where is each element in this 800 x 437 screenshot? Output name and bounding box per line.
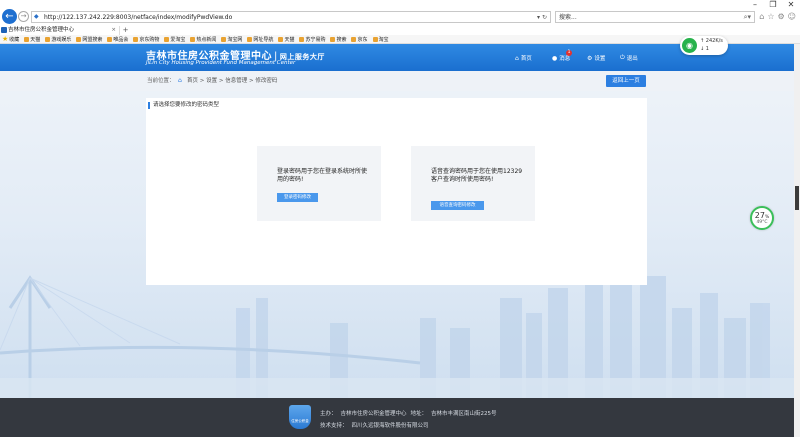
folder-icon: [76, 36, 82, 42]
power-icon: ⏻: [620, 54, 625, 61]
download-speed: ↓ 1: [700, 46, 709, 52]
cpu-usage-gauge[interactable]: 27% 49°C: [750, 206, 774, 230]
folder-icon: [299, 36, 305, 42]
nav-settings[interactable]: ⚙ 设置: [587, 54, 605, 63]
nav-message[interactable]: ● 消息 1: [552, 50, 572, 62]
toolbar-icons: ⌂ ☆ ⚙ ☺: [759, 11, 796, 22]
fav-item[interactable]: 网址导航: [247, 36, 273, 43]
tab-bar: 吉林市住房公积金管理中心 × +: [0, 26, 800, 35]
housing-fund-logo-icon: 住房公积金: [289, 405, 311, 429]
network-speed-widget[interactable]: ◉ ↑ 242K/s ↓ 1: [680, 36, 728, 55]
tab-title: 吉林市住房公积金管理中心: [8, 27, 75, 33]
home-icon: ⌂: [515, 54, 519, 62]
folder-icon: [247, 36, 253, 42]
page-footer: 住房公积金 主办： 吉林市住房公积金管理中心 地址： 吉林市丰满区南山街225号 技术…: [0, 398, 794, 437]
search-input[interactable]: 搜索... ⌕▾: [555, 11, 755, 23]
fav-item[interactable]: 游戏娱乐: [45, 36, 71, 43]
search-placeholder: 搜索...: [559, 14, 577, 21]
search-icon[interactable]: ⌕▾: [744, 12, 751, 23]
fav-item[interactable]: 京东购物: [133, 36, 159, 43]
login-password-modify-button[interactable]: 登录密码修改: [277, 193, 318, 202]
tab-active[interactable]: 吉林市住房公积金管理中心 ×: [0, 26, 120, 35]
wifi-icon: ◉: [682, 38, 697, 53]
folder-icon: [45, 36, 51, 42]
folder-icon: [221, 36, 227, 42]
back-arrow-icon[interactable]: ←: [2, 9, 17, 24]
upload-speed: ↑ 242K/s: [700, 38, 723, 44]
vertical-scrollbar[interactable]: [794, 44, 800, 437]
forward-arrow-icon[interactable]: →: [18, 11, 29, 22]
url-text: http://122.137.242.229:8003/netface/inde…: [44, 14, 233, 21]
breadcrumb: 当前位置： ⌂ 首页 > 设置 > 信息管理 > 修改密码 返回上一页: [0, 71, 794, 91]
fav-item[interactable]: 淘宝网: [221, 36, 242, 43]
voice-password-card: 语音查询密码用于您在使用12329客户查询时所使用密码! 语音查询密码修改: [411, 146, 535, 221]
url-input[interactable]: ◆ http://122.137.242.229:8003/netface/in…: [31, 11, 551, 23]
nav-home[interactable]: ⌂ 首页: [515, 54, 532, 63]
site-icon: ◆: [34, 13, 39, 20]
gauge-temperature: 49°C: [756, 220, 768, 225]
new-tab-button[interactable]: +: [121, 26, 130, 35]
folder-icon: [190, 36, 196, 42]
folder-icon: [351, 36, 357, 42]
nav-logout[interactable]: ⏻ 退出: [620, 54, 638, 62]
folder-icon: [278, 36, 284, 42]
back-button[interactable]: 返回上一页: [606, 75, 646, 87]
scrollbar-thumb[interactable]: [795, 186, 799, 210]
folder-icon: [24, 36, 30, 42]
folder-icon: [107, 36, 113, 42]
favorite-star-icon[interactable]: ☆: [767, 11, 774, 22]
settings-gear-icon[interactable]: ⚙: [777, 11, 784, 22]
footer-support-line: 技术支持： 四川久远银海软件股份有限公司: [320, 423, 429, 429]
folder-icon: [372, 36, 378, 42]
site-title-en: JiLin City Housing Provident Fund Manage…: [146, 60, 296, 66]
smiley-icon[interactable]: ☺: [788, 11, 796, 22]
fav-item[interactable]: 热点新闻: [190, 36, 216, 43]
panel-title: 请选择您要修改的密码类型: [148, 102, 219, 109]
voice-password-modify-button[interactable]: 语音查询密码修改: [431, 201, 484, 210]
breadcrumb-label: 当前位置：: [147, 78, 175, 84]
home-icon[interactable]: ⌂: [759, 11, 764, 22]
card-description: 登录密码用于您在登录系统时所使用的密码!: [277, 168, 368, 183]
home-icon: ⌂: [178, 77, 182, 84]
fav-item[interactable]: 天猫: [278, 36, 294, 43]
fav-item[interactable]: ★ 收藏: [2, 35, 19, 43]
fav-item[interactable]: 京东: [351, 36, 368, 43]
fav-item[interactable]: 淘宝: [372, 36, 389, 43]
login-password-card: 登录密码用于您在登录系统时所使用的密码! 登录密码修改: [257, 146, 381, 221]
fav-item[interactable]: 苏宁易购: [299, 36, 325, 43]
message-icon: ●: [552, 54, 558, 62]
fav-item[interactable]: 爱淘宝: [164, 36, 185, 43]
fav-item[interactable]: 唯品会: [107, 36, 128, 43]
tab-close-icon[interactable]: ×: [111, 26, 116, 35]
star-icon: ★: [2, 35, 9, 43]
refresh-icon[interactable]: ▾ ↻: [537, 12, 547, 23]
fav-item[interactable]: 天猫: [24, 36, 40, 43]
footer-host-line: 主办： 吉林市住房公积金管理中心 地址： 吉林市丰满区南山街225号: [320, 411, 497, 417]
fav-item[interactable]: 网盟搜索: [76, 36, 102, 43]
folder-icon: [133, 36, 139, 42]
address-bar-row: ← → ◆ http://122.137.242.229:8003/netfac…: [0, 8, 800, 26]
breadcrumb-path[interactable]: 首页 > 设置 > 信息管理 > 修改密码: [187, 71, 277, 91]
folder-icon: [330, 36, 336, 42]
tab-favicon-icon: [1, 27, 7, 33]
message-badge: 1: [566, 50, 572, 56]
gear-icon: ⚙: [587, 54, 593, 62]
card-description: 语音查询密码用于您在使用12329客户查询时所使用密码!: [431, 168, 523, 183]
password-type-panel: 请选择您要修改的密码类型 登录密码用于您在登录系统时所使用的密码! 登录密码修改…: [146, 98, 647, 285]
folder-icon: [164, 36, 170, 42]
fav-item[interactable]: 搜索: [330, 36, 346, 43]
page-body: 当前位置： ⌂ 首页 > 设置 > 信息管理 > 修改密码 返回上一页 请选择您…: [0, 71, 794, 398]
